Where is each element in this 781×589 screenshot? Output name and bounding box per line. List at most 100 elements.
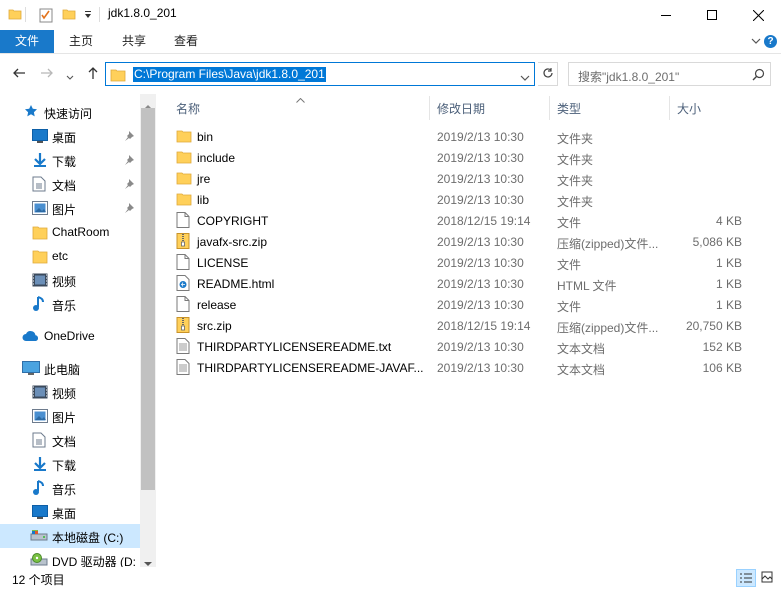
customize-toolbar-icon[interactable] (83, 9, 93, 23)
nav-item-pc-downloads[interactable]: 下载 (0, 452, 140, 476)
address-path[interactable]: C:\Program Files\Java\jdk1.8.0_201 (133, 67, 326, 82)
chevron-down-icon[interactable] (751, 35, 761, 49)
file-name: src.zip (197, 319, 232, 333)
file-size: 1 KB (715, 277, 742, 291)
file-row[interactable]: LICENSE 2019/2/13 10:30 文件 1 KB (168, 252, 748, 273)
nav-item-pictures[interactable]: 图片 (0, 196, 140, 220)
maximize-button[interactable] (689, 0, 735, 30)
scroll-thumb[interactable] (141, 108, 155, 490)
file-name: lib (197, 193, 210, 207)
nav-item-pc-documents[interactable]: 文档 (0, 428, 140, 452)
nav-item-label: 音乐 (52, 483, 77, 497)
nav-item-videos[interactable]: 视频 (0, 268, 140, 292)
properties-icon[interactable] (38, 7, 54, 26)
column-divider[interactable] (429, 96, 430, 120)
forward-arrow-icon[interactable] (40, 66, 54, 83)
pin-icon[interactable] (124, 130, 134, 144)
nav-item-pc-music[interactable]: 音乐 (0, 476, 140, 500)
tab-view[interactable]: 查看 (162, 30, 210, 53)
download-icon (32, 456, 48, 475)
nav-item-desktop[interactable]: 桌面 (0, 124, 140, 148)
help-icon[interactable]: ? (764, 35, 777, 48)
nav-item-label: 桌面 (52, 131, 77, 145)
file-row[interactable]: README.html 2019/2/13 10:30 HTML 文件 1 KB (168, 273, 748, 294)
pin-icon[interactable] (124, 202, 134, 216)
file-row[interactable]: javafx-src.zip 2019/2/13 10:30 压缩(zipped… (168, 231, 748, 252)
nav-item-documents[interactable]: 文档 (0, 172, 140, 196)
file-size: 5,086 KB (692, 235, 742, 249)
nav-scrollbar[interactable] (140, 94, 156, 567)
new-folder-icon[interactable] (62, 7, 76, 24)
download-icon (32, 152, 48, 171)
nav-item-etc[interactable]: etc (0, 244, 140, 268)
pin-icon[interactable] (124, 154, 134, 168)
file-row[interactable]: jre 2019/2/13 10:30 文件夹 (168, 168, 748, 189)
file-size: 106 KB (702, 361, 742, 375)
file-name: COPYRIGHT (197, 214, 269, 228)
file-size: 152 KB (702, 340, 742, 354)
zip-icon (176, 317, 190, 336)
nav-item-dvd-drive[interactable]: DVD 驱动器 (D: (0, 548, 140, 567)
recent-locations-icon[interactable] (66, 70, 74, 84)
chevron-down-icon[interactable] (520, 71, 530, 85)
nav-item-label: 文档 (52, 435, 77, 449)
nav-item-music[interactable]: 音乐 (0, 292, 140, 316)
nav-item-local-disk-c[interactable]: 本地磁盘 (C:) (0, 524, 140, 548)
file-icon (176, 212, 190, 231)
file-name: LICENSE (197, 256, 249, 270)
search-input[interactable]: 搜索"jdk1.8.0_201" (578, 68, 679, 85)
nav-item-label: OneDrive (44, 329, 95, 343)
file-type: 文件夹 (557, 132, 594, 146)
folder-icon (8, 7, 22, 24)
column-header-type[interactable]: 类型 (557, 100, 581, 117)
window-title: jdk1.8.0_201 (108, 6, 177, 20)
pin-icon[interactable] (124, 178, 134, 192)
nav-item-chatroom[interactable]: ChatRoom (0, 220, 140, 244)
file-row[interactable]: include 2019/2/13 10:30 文件夹 (168, 147, 748, 168)
nav-item-label: 音乐 (52, 299, 77, 313)
up-arrow-icon[interactable] (86, 66, 100, 83)
nav-item-label: 快速访问 (44, 107, 93, 121)
address-bar[interactable]: C:\Program Files\Java\jdk1.8.0_201 (105, 62, 535, 86)
file-name: README.html (197, 277, 275, 291)
file-row[interactable]: THIRDPARTYLICENSEREADME.txt 2019/2/13 10… (168, 336, 748, 357)
search-icon[interactable] (752, 68, 765, 84)
nav-item-this-pc[interactable]: 此电脑 (0, 356, 140, 380)
nav-item-onedrive[interactable]: OneDrive (0, 324, 140, 348)
tab-share[interactable]: 共享 (110, 30, 158, 53)
file-row[interactable]: lib 2019/2/13 10:30 文件夹 (168, 189, 748, 210)
file-name: THIRDPARTYLICENSEREADME-JAVAF... (197, 361, 424, 375)
file-type: 文件 (557, 300, 582, 314)
nav-item-quick-access[interactable]: 快速访问 (0, 100, 140, 124)
nav-item-pc-desktop[interactable]: 桌面 (0, 500, 140, 524)
column-header-name[interactable]: 名称 (176, 100, 200, 117)
close-button[interactable] (735, 0, 781, 30)
navigation-pane: 快速访问 桌面 下载 文档 图片 ChatRoom etc 视频 音乐 OneD… (0, 94, 156, 567)
column-header-size[interactable]: 大小 (677, 100, 701, 117)
nav-item-pc-videos[interactable]: 视频 (0, 380, 140, 404)
refresh-button[interactable] (538, 62, 558, 86)
tab-file[interactable]: 文件 (0, 30, 54, 53)
dvd-icon (30, 553, 48, 567)
file-row[interactable]: THIRDPARTYLICENSEREADME-JAVAF... 2019/2/… (168, 357, 748, 378)
file-row[interactable]: release 2019/2/13 10:30 文件 1 KB (168, 294, 748, 315)
file-row[interactable]: COPYRIGHT 2018/12/15 19:14 文件 4 KB (168, 210, 748, 231)
minimize-button[interactable] (643, 0, 689, 30)
details-view-button[interactable] (736, 569, 756, 587)
tab-home[interactable]: 主页 (57, 30, 105, 53)
text-icon (176, 359, 190, 378)
large-icons-view-button[interactable] (758, 569, 778, 587)
column-divider[interactable] (549, 96, 550, 120)
nav-item-downloads[interactable]: 下载 (0, 148, 140, 172)
column-header-date[interactable]: 修改日期 (437, 100, 485, 117)
file-row[interactable]: src.zip 2018/12/15 19:14 压缩(zipped)文件...… (168, 315, 748, 336)
search-box[interactable]: 搜索"jdk1.8.0_201" (568, 62, 771, 86)
file-date: 2019/2/13 10:30 (437, 277, 524, 291)
document-icon (32, 176, 46, 195)
file-row[interactable]: bin 2019/2/13 10:30 文件夹 (168, 126, 748, 147)
column-divider[interactable] (669, 96, 670, 120)
back-arrow-icon[interactable] (12, 66, 26, 83)
file-icon (176, 296, 190, 315)
file-date: 2019/2/13 10:30 (437, 361, 524, 375)
nav-item-pc-pictures[interactable]: 图片 (0, 404, 140, 428)
